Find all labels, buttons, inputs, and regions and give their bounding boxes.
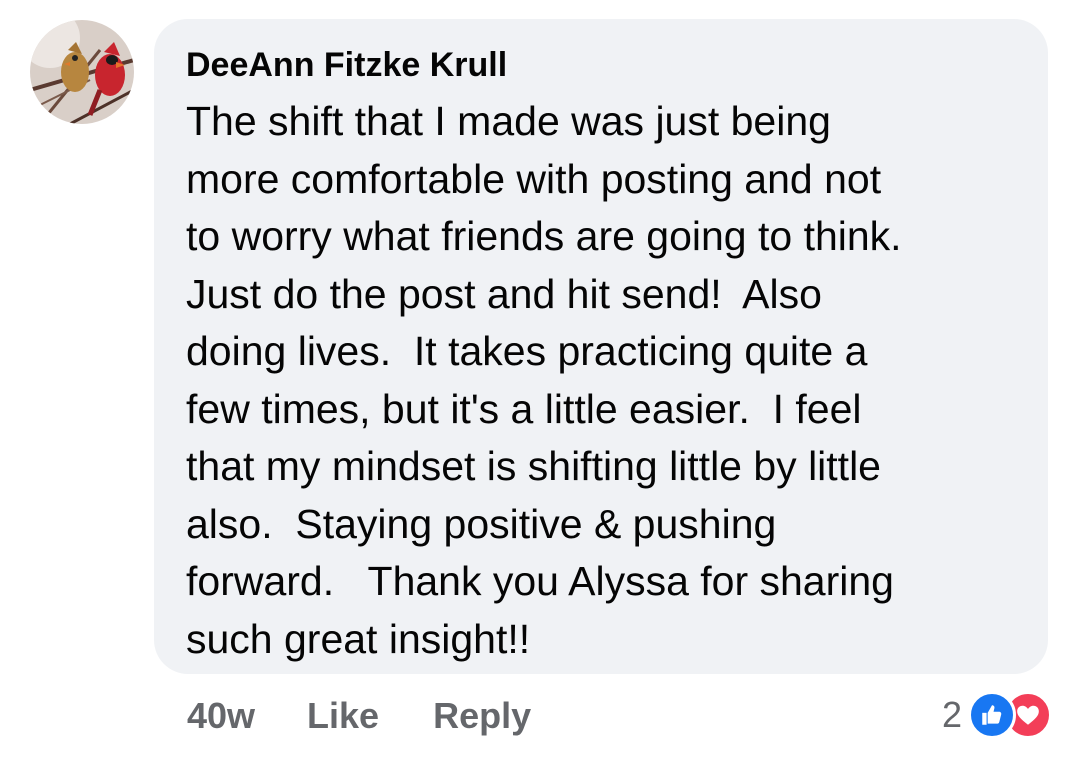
reply-button[interactable]: Reply [433,695,531,737]
comment-text-line: more comfortable with posting and not [186,155,882,202]
comment-bubble: DeeAnn Fitzke Krull The shift that I mad… [154,19,1048,674]
comment-text-line: Just do the post and hit send! Also [186,270,822,317]
cardinal-bird-photo [30,20,134,124]
like-button[interactable]: Like [307,695,379,737]
comment-actions: 40w Like Reply [187,692,585,740]
comment-text-line: that my mindset is shifting little by li… [186,443,881,489]
reactions-summary[interactable]: 2 [942,690,1052,740]
comment-text-line: also. Staying positive & pushing [186,500,777,547]
comment-age-timestamp[interactable]: 40w [187,695,255,737]
comment-text-line: forward. Thank you Alyssa for sharing [186,558,894,604]
comment-text-line: few times, but it's a little easier. I f… [186,385,862,432]
comment-text-line: to worry what friends are going to think… [186,213,902,259]
comment-text-line: doing lives. It takes practicing quite a [186,328,868,374]
comment-text: The shift that I made was just being mor… [186,93,1014,668]
comment-text-line: The shift that I made was just being [186,98,831,144]
like-icon [968,691,1016,739]
reaction-count: 2 [941,694,962,735]
comment-text-line: such great insight!! [186,615,531,662]
avatar[interactable] [30,20,134,124]
comment-author-name[interactable]: DeeAnn Fitzke Krull [186,43,1014,87]
